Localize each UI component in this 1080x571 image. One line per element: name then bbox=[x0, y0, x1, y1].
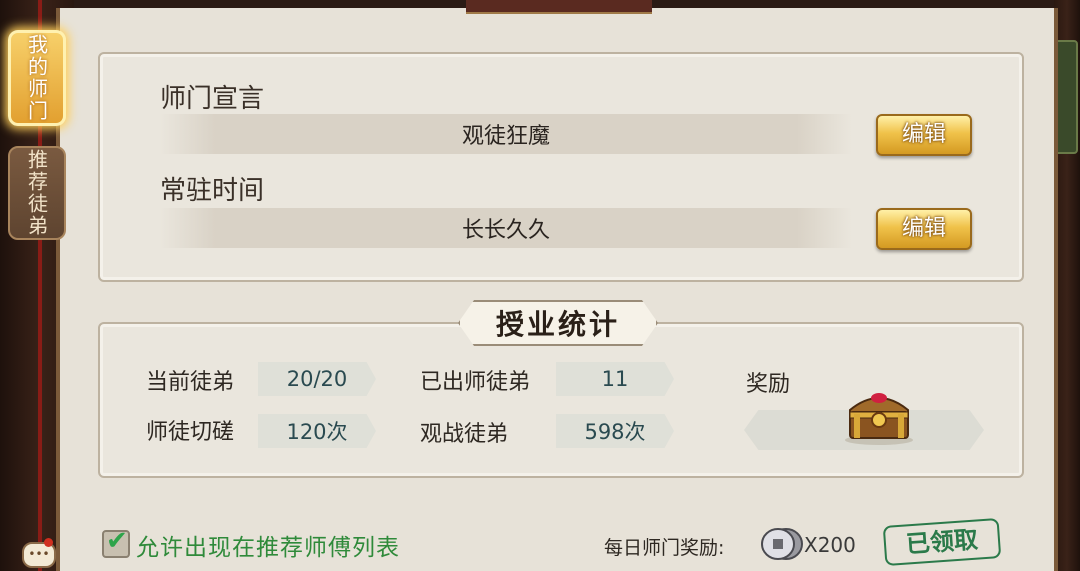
resident-time-value: 长长久久 bbox=[160, 208, 852, 248]
tab-my-school-label: 我的师门 bbox=[24, 34, 49, 122]
spectate-label: 观战徒弟 bbox=[420, 422, 509, 447]
daily-reward-label: 每日师门奖励: bbox=[604, 537, 725, 559]
daily-reward-count: X200 bbox=[804, 533, 856, 557]
resident-time-text: 长长久久 bbox=[461, 218, 550, 243]
resident-time-label: 常驻时间 bbox=[160, 176, 265, 206]
reward-label: 奖励 bbox=[746, 372, 791, 397]
sparring-value: 120次 bbox=[258, 414, 376, 448]
graduated-label: 已出师徒弟 bbox=[420, 370, 531, 395]
edit-declaration-button[interactable]: 编辑 bbox=[876, 114, 972, 156]
declaration-label: 师门宣言 bbox=[160, 84, 265, 114]
tab-recommend-disciples[interactable]: 推荐徒弟 bbox=[8, 146, 66, 240]
silver-coin-icon bbox=[761, 528, 803, 560]
sparring-label: 师徒切磋 bbox=[146, 420, 235, 445]
tab-recommend-disciples-label: 推荐徒弟 bbox=[24, 149, 49, 237]
tab-my-school[interactable]: 我的师门 bbox=[8, 30, 66, 126]
check-icon: ✔ bbox=[106, 526, 128, 556]
claimed-stamp: 已领取 bbox=[882, 518, 1002, 566]
spectate-value: 598次 bbox=[556, 414, 674, 448]
current-disciples-value: 20/20 bbox=[258, 362, 376, 396]
notification-dot bbox=[44, 538, 53, 547]
current-disciples-label: 当前徒弟 bbox=[146, 370, 235, 395]
treasure-chest-icon[interactable] bbox=[840, 384, 918, 446]
declaration-value: 观徒狂魔 bbox=[160, 114, 852, 154]
edit-resident-time-button[interactable]: 编辑 bbox=[876, 208, 972, 250]
graduated-value: 11 bbox=[556, 362, 674, 396]
declaration-text: 观徒狂魔 bbox=[461, 124, 550, 149]
stats-title-banner: 授业统计 bbox=[458, 300, 658, 346]
allow-recommend-checkbox[interactable]: ✔ bbox=[102, 526, 130, 558]
stats-title: 授业统计 bbox=[495, 308, 620, 341]
top-ornament bbox=[466, 0, 652, 14]
allow-recommend-label[interactable]: 允许出现在推荐师傅列表 bbox=[136, 528, 400, 562]
